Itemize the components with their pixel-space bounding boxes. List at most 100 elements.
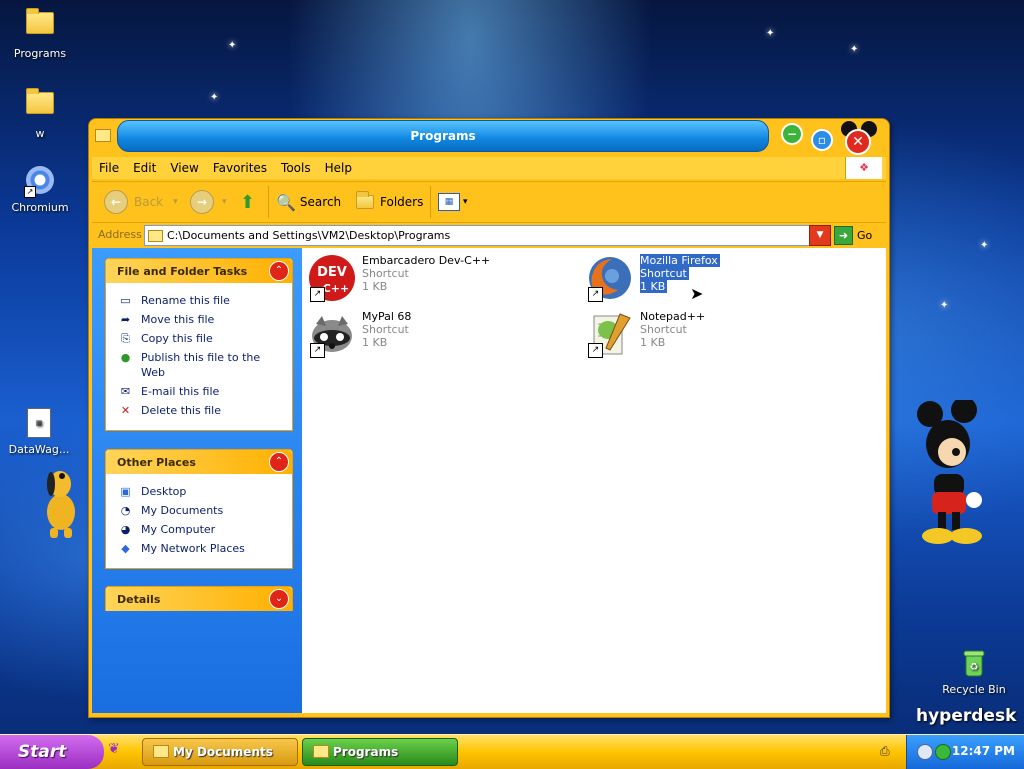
start-button[interactable]: Start <box>0 735 104 769</box>
task-delete[interactable]: ✕ Delete this file <box>118 403 284 418</box>
task-label: Publish this file to the Web <box>141 351 261 379</box>
menu-favorites[interactable]: Favorites <box>206 161 274 175</box>
desktop-icon-recycle-bin[interactable]: ♻ Recycle Bin <box>936 648 1012 696</box>
address-dropdown-button[interactable]: ▼ <box>809 225 831 246</box>
task-copy[interactable]: ⎘ Copy this file <box>118 331 284 346</box>
menu-edit[interactable]: Edit <box>126 161 163 175</box>
file-name: Notepad++ <box>640 310 706 323</box>
printer-tray-icon[interactable]: ⎙ <box>880 744 890 759</box>
views-button[interactable]: ▦ ▾ <box>438 190 468 214</box>
shortcut-arrow-icon: ↗ <box>588 287 603 302</box>
address-value: C:\Documents and Settings\VM2\Desktop\Pr… <box>167 229 451 242</box>
menu-help[interactable]: Help <box>318 161 359 175</box>
close-button[interactable]: ✕ <box>845 129 871 155</box>
shortcut-arrow-icon: ↗ <box>24 186 36 198</box>
sparkle-decoration: ✦ <box>980 240 989 251</box>
folder-icon <box>313 745 329 758</box>
file-item-mypal[interactable]: ↗ MyPal 68 Shortcut 1 KB <box>308 310 568 364</box>
desktop-icon-datawag[interactable]: ▦ DataWag... <box>1 406 77 456</box>
sparkle-decoration: ✦ <box>940 300 949 311</box>
clock[interactable]: 12:47 PM <box>952 744 1015 758</box>
desktop-icon-chromium[interactable]: ↗ Chromium <box>2 164 78 214</box>
file-name: Mozilla Firefox <box>640 254 720 267</box>
taskbar-item-programs[interactable]: Programs <box>302 738 458 766</box>
mouse-cursor-icon: ➤ <box>690 284 704 303</box>
folder-icon <box>153 745 169 758</box>
recycle-bin-icon: ♻ <box>963 650 985 677</box>
task-move[interactable]: ➦ Move this file <box>118 312 284 327</box>
task-pane: File and Folder Tasks ⌃ ▭ Rename this fil… <box>92 248 302 713</box>
up-folder-button[interactable]: ⬆ <box>240 190 255 214</box>
system-tray: 12:47 PM <box>906 735 1024 769</box>
network-tray-icon[interactable] <box>917 744 933 760</box>
place-my-documents[interactable]: ◔ My Documents <box>118 503 284 518</box>
back-arrow-icon: ← <box>104 190 128 214</box>
file-type: Shortcut <box>640 323 687 336</box>
panel-header[interactable]: Details ⌄ <box>106 587 292 611</box>
minimize-button[interactable]: − <box>781 123 803 145</box>
collapse-chevron-up-icon[interactable]: ⌃ <box>269 452 289 472</box>
desktop-icon-programs[interactable]: Programs <box>2 6 78 60</box>
go-button[interactable]: ➜ Go <box>834 226 872 245</box>
search-button[interactable]: 🔍 Search <box>276 190 341 214</box>
toolbar-separator <box>268 186 269 218</box>
sparkle-decoration: ✦ <box>850 44 859 55</box>
place-my-computer[interactable]: ◕ My Computer <box>118 522 284 537</box>
folder-icon <box>95 129 111 142</box>
go-label: Go <box>857 229 873 242</box>
copy-icon: ⎘ <box>121 332 130 345</box>
pluto-character-image <box>47 471 75 538</box>
window-title: Programs <box>410 129 476 143</box>
folder-icon <box>26 8 54 34</box>
taskbar-item-my-documents[interactable]: My Documents <box>142 738 298 766</box>
sparkle-decoration: ✦ <box>228 40 237 51</box>
file-item-firefox[interactable]: ↗ Mozilla Firefox Shortcut 1 KB ➤ <box>586 254 846 308</box>
file-name: Embarcadero Dev-C++ <box>362 254 491 267</box>
document-icon: ▦ <box>27 408 51 438</box>
place-my-network[interactable]: ◆ My Network Places <box>118 541 284 556</box>
folders-button[interactable]: Folders <box>356 190 423 214</box>
svg-text:C++: C++ <box>323 282 350 295</box>
file-item-devcpp[interactable]: DEV C++ ↗ Embarcadero Dev-C++ Shortcut 1… <box>308 254 568 308</box>
task-publish[interactable]: ● Publish this file to the Web <box>118 350 284 380</box>
forward-button[interactable]: → ▾ <box>190 190 227 214</box>
folders-label: Folders <box>380 195 424 209</box>
search-icon: 🔍 <box>276 192 296 212</box>
task-label: Rename this file <box>141 294 230 307</box>
my-documents-icon: ◔ <box>120 504 131 517</box>
panel-header[interactable]: File and Folder Tasks ⌃ <box>106 259 292 283</box>
sparkle-decoration: ✦ <box>766 28 775 39</box>
chevron-down-icon: ▾ <box>463 197 468 207</box>
chevron-down-icon: ▾ <box>222 197 227 207</box>
windows-logo-icon: ❖ <box>845 157 882 179</box>
file-type: Shortcut <box>362 267 409 280</box>
title-bar[interactable]: Programs − ▫ ✕ <box>89 119 889 157</box>
menu-tools[interactable]: Tools <box>274 161 318 175</box>
menu-view[interactable]: View <box>163 161 205 175</box>
task-rename[interactable]: ▭ Rename this file <box>118 293 284 308</box>
task-label: Copy this file <box>141 332 213 345</box>
panel-title: Other Places <box>117 456 196 469</box>
address-input[interactable]: C:\Documents and Settings\VM2\Desktop\Pr… <box>144 225 831 246</box>
file-size: 1 KB <box>640 280 668 293</box>
task-email[interactable]: ✉ E-mail this file <box>118 384 284 399</box>
expand-chevron-down-icon[interactable]: ⌄ <box>269 589 289 609</box>
panel-title: File and Folder Tasks <box>117 265 248 278</box>
collapse-chevron-up-icon[interactable]: ⌃ <box>269 261 289 281</box>
maximize-button[interactable]: ▫ <box>811 129 833 151</box>
task-label: Move this file <box>141 313 215 326</box>
desktop-icon-w[interactable]: w <box>2 86 78 140</box>
file-item-notepadpp[interactable]: ↗ Notepad++ Shortcut 1 KB <box>586 310 846 364</box>
desktop-icon-label: DataWag... <box>8 443 70 456</box>
address-label: Address <box>98 228 142 241</box>
task-label: E-mail this file <box>141 385 220 398</box>
place-desktop[interactable]: ▣ Desktop <box>118 484 284 499</box>
security-tray-icon[interactable] <box>935 744 951 760</box>
toolbar-separator <box>430 186 431 218</box>
shortcut-arrow-icon: ↗ <box>310 287 325 302</box>
back-button[interactable]: ← Back ▾ <box>104 190 178 214</box>
go-arrow-icon: ➜ <box>834 226 853 245</box>
panel-header[interactable]: Other Places ⌃ <box>106 450 292 474</box>
menu-file[interactable]: File <box>92 161 126 175</box>
place-label: My Network Places <box>141 542 245 555</box>
